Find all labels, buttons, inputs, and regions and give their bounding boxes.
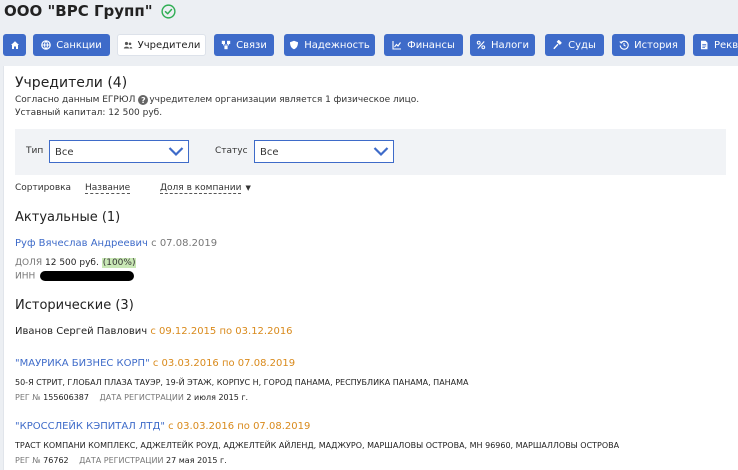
chevron-down-icon [168, 147, 184, 157]
nav-founders-tab[interactable]: Учредители [117, 34, 206, 56]
reg-date-label: ДАТА РЕГИСТРАЦИИ [99, 393, 184, 402]
nav-sanctions-button[interactable]: Санкции [33, 34, 110, 56]
nav-label: Санкции [56, 39, 102, 51]
nav-home-button[interactable] [3, 34, 26, 56]
nav-courts-button[interactable]: Суды [545, 34, 604, 56]
status-filter-value: Все [260, 147, 279, 158]
nav-label: История [634, 39, 678, 51]
actual-person-row: Руф Вячеслав Андреевич с 07.08.2019 [15, 238, 217, 249]
reg-label: РЕГ № [15, 456, 41, 465]
nav-requisites-button[interactable]: Рекв [693, 34, 738, 56]
historical-heading: Исторические (3) [15, 298, 134, 313]
links-icon [221, 40, 231, 50]
founders-description: Согласно данным ЕГРЮЛ ? учредителем орга… [15, 95, 419, 105]
founder-name: Иванов Сергей Павлович [15, 326, 148, 337]
reg-label: РЕГ № [15, 393, 41, 402]
historical-item: "МАУРИКА БИЗНЕС КОРП" с 03.03.2016 по 07… [15, 358, 295, 369]
chevron-down-icon [373, 147, 389, 157]
reg-value: 76762 [43, 456, 69, 465]
globe-icon [41, 40, 52, 50]
person-date: с 07.08.2019 [151, 238, 218, 249]
share-percent-badge: (100%) [101, 258, 137, 268]
nav-finance-button[interactable]: Финансы [384, 34, 463, 56]
verified-check-icon [160, 3, 176, 19]
sort-by-share-label: Доля в компании [160, 183, 242, 194]
reg-value: 155606387 [43, 393, 89, 402]
type-filter-select[interactable]: Все [49, 140, 189, 163]
nav-reliability-button[interactable]: Надежность [284, 34, 375, 56]
nav-label: Надежность [304, 39, 370, 51]
nav-label: Рекв [714, 39, 738, 51]
desc-suffix: учредителем организации является 1 физич… [149, 95, 420, 105]
type-filter-label: Тип [26, 146, 44, 156]
founder-dates: с 03.03.2016 по 07.08.2019 [168, 421, 311, 432]
history-icon [619, 40, 629, 50]
sort-by-share-link[interactable]: Доля в компании ▼ [160, 183, 251, 194]
historical-item: Иванов Сергей Павлович с 09.12.2015 по 0… [15, 326, 293, 337]
founder-dates: с 09.12.2015 по 03.12.2016 [150, 326, 293, 337]
founder-dates: с 03.03.2016 по 07.08.2019 [152, 358, 296, 369]
filter-bar: Тип Все Статус Все [15, 129, 726, 175]
nav-label: Суды [568, 39, 596, 51]
nav-label: Налоги [491, 39, 529, 51]
page-title: Учредители (4) [15, 75, 128, 91]
status-filter-select[interactable]: Все [254, 140, 394, 163]
gavel-icon [553, 40, 562, 50]
reg-date-value: 2 июля 2015 г. [186, 393, 249, 402]
type-filter-value: Все [55, 147, 74, 158]
sort-label: Сортировка [15, 183, 72, 193]
reg-date-value: 27 мая 2015 г. [166, 456, 227, 465]
nav-history-button[interactable]: История [612, 34, 685, 56]
actual-heading: Актуальные (1) [15, 210, 121, 225]
historical-item: "КРОССЛЕЙК КЭПИТАЛ ЛТД" с 03.03.2016 по … [15, 421, 310, 432]
home-icon [10, 41, 19, 49]
shield-icon [290, 40, 299, 50]
nav-label: Учредители [137, 39, 201, 51]
share-value: 12 500 руб. [45, 258, 99, 268]
percent-icon [476, 40, 486, 50]
registration-row: РЕГ № 76762 ДАТА РЕГИСТРАЦИИ 27 мая 2015… [15, 456, 227, 465]
sort-by-name-link[interactable]: Название [85, 183, 131, 194]
share-row: ДОЛЯ 12 500 руб. (100%) [15, 258, 137, 268]
company-name: ООО "ВРС Групп" [4, 2, 153, 20]
status-filter-label: Статус [215, 146, 248, 156]
company-title-row: ООО "ВРС Групп" [4, 2, 176, 20]
company-link[interactable]: "КРОССЛЕЙК КЭПИТАЛ ЛТД" [15, 421, 165, 432]
inn-row: ИНН [15, 271, 135, 282]
desc-prefix: Согласно данным ЕГРЮЛ [15, 95, 136, 105]
chart-icon [392, 41, 402, 50]
reg-date-label: ДАТА РЕГИСТРАЦИИ [79, 456, 164, 465]
page-header: ООО "ВРС Групп" Санкции Учредители Связи… [0, 0, 738, 64]
doc-icon [701, 40, 708, 50]
company-address: 50-Я СТРИТ, ГЛОБАЛ ПЛАЗА ТАУЭР, 19-Й ЭТА… [15, 378, 469, 387]
nav-taxes-button[interactable]: Налоги [470, 34, 535, 56]
redacted-inn [40, 271, 135, 281]
company-link[interactable]: "МАУРИКА БИЗНЕС КОРП" [15, 358, 150, 369]
registration-row: РЕГ № 155606387 ДАТА РЕГИСТРАЦИИ 2 июля … [15, 393, 248, 402]
caret-down-icon: ▼ [245, 184, 251, 192]
help-icon[interactable]: ? [138, 95, 149, 105]
authorized-capital: Уставный капитал: 12 500 руб. [15, 108, 163, 118]
people-icon [123, 41, 132, 49]
founders-panel: Учредители (4) Согласно данным ЕГРЮЛ ? у… [3, 66, 738, 470]
person-link[interactable]: Руф Вячеслав Андреевич [15, 238, 148, 249]
share-label: ДОЛЯ [15, 258, 43, 268]
inn-label: ИНН [15, 271, 36, 282]
nav-links-button[interactable]: Связи [214, 34, 274, 56]
nav-label: Связи [236, 39, 267, 51]
nav-label: Финансы [407, 39, 455, 51]
company-address: ТРАСТ КОМПАНИ КОМПЛЕКС, АДЖЕЛТЕЙК РОУД, … [15, 441, 620, 450]
